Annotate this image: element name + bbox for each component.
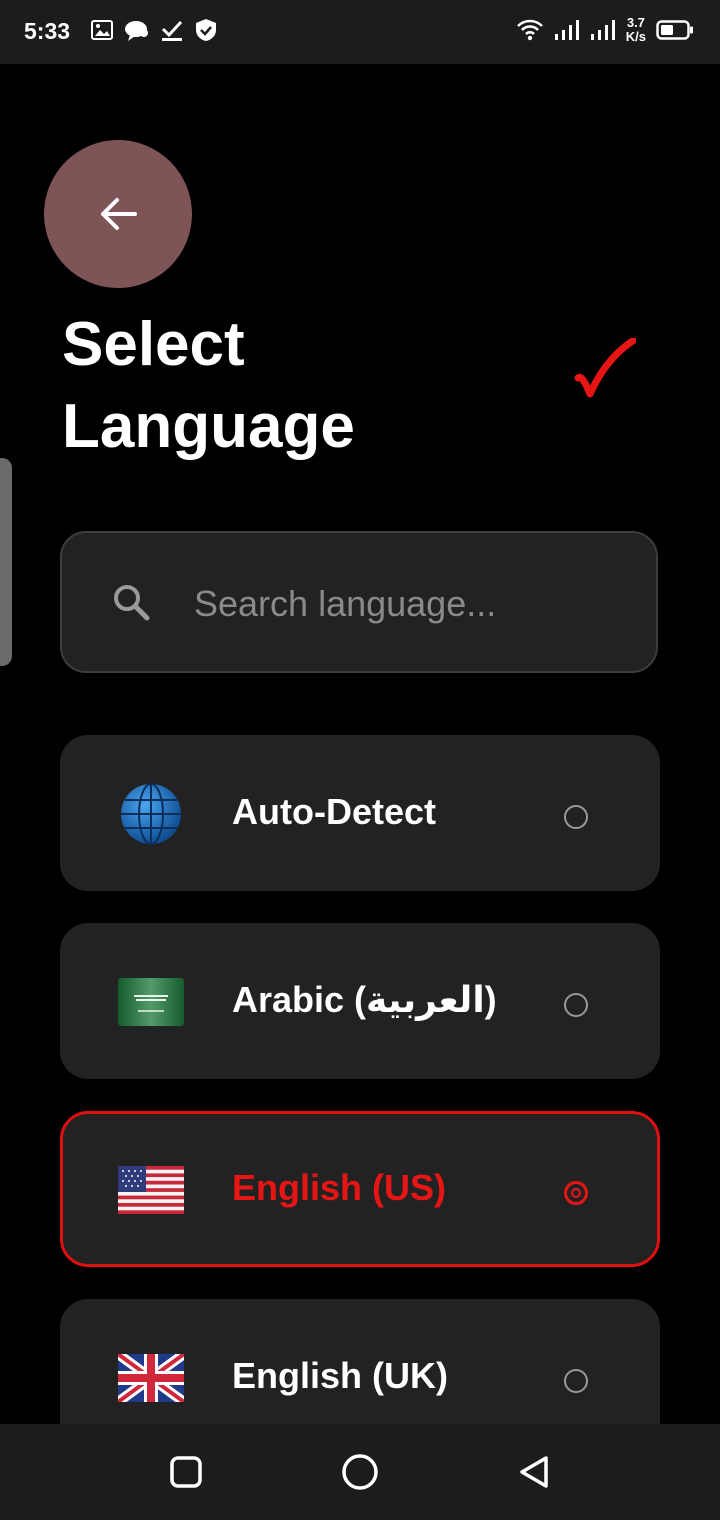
search-input[interactable]: [192, 573, 616, 635]
language-option-english-uk[interactable]: English (UK): [60, 1299, 660, 1424]
navigation-bar: [0, 1424, 720, 1520]
page-title: Select Language: [62, 304, 355, 468]
radio-button[interactable]: [564, 993, 588, 1017]
radio-button[interactable]: [564, 805, 588, 829]
download-check-icon: [161, 20, 183, 41]
signal-icon: [590, 20, 615, 40]
image-icon: [91, 20, 113, 40]
status-time: 5:33: [24, 18, 71, 44]
network-speed-unit: K/s: [625, 29, 646, 44]
back-triangle-icon: [520, 1456, 548, 1488]
network-speed-value: 3.7: [626, 15, 645, 30]
radio-button-selected[interactable]: [564, 1181, 588, 1205]
radio-button[interactable]: [564, 1369, 588, 1393]
search-box: [60, 531, 658, 673]
language-option-auto-detect[interactable]: Auto-Detect: [60, 735, 660, 891]
recents-square-icon: [170, 1456, 202, 1488]
home-button[interactable]: [340, 1452, 380, 1492]
wifi-icon: [516, 19, 543, 41]
arrow-left-icon: [101, 198, 137, 230]
page-title-line2: Language: [62, 392, 355, 461]
recents-button[interactable]: [166, 1452, 206, 1492]
search-icon: [114, 585, 150, 621]
language-option-arabic[interactable]: Arabic (العربية): [60, 923, 660, 1079]
language-option-english-us[interactable]: English (US): [60, 1111, 660, 1267]
home-circle-icon: [342, 1454, 378, 1490]
signal-icon: [554, 20, 579, 40]
saudi-flag-icon: [118, 971, 184, 1033]
chat-icon: [125, 21, 148, 41]
network-speed: 3.7 K/s: [626, 16, 646, 44]
status-bar: 5:33 3.7 K/s: [0, 0, 720, 64]
page-title-line1: Select: [62, 310, 245, 379]
confirm-button[interactable]: [572, 336, 638, 409]
uk-flag-icon: [118, 1347, 184, 1409]
language-label: Arabic (العربية): [232, 979, 497, 1020]
globe-icon: [118, 783, 184, 845]
edge-panel-handle[interactable]: [0, 458, 12, 666]
language-label: English (UK): [232, 1355, 448, 1396]
notification-icons: [90, 18, 218, 42]
us-flag-icon: [118, 1159, 184, 1221]
battery-icon: [656, 20, 693, 40]
checkmark-icon: [574, 336, 638, 398]
language-screen: Select Language Auto-Detect Arabic (العر…: [0, 64, 720, 1424]
nav-back-button[interactable]: [514, 1452, 554, 1492]
language-label: English (US): [232, 1167, 446, 1208]
back-button[interactable]: [44, 140, 192, 288]
system-icons: 3.7 K/s: [516, 16, 694, 44]
language-label: Auto-Detect: [232, 791, 436, 832]
shield-icon: [196, 19, 216, 41]
